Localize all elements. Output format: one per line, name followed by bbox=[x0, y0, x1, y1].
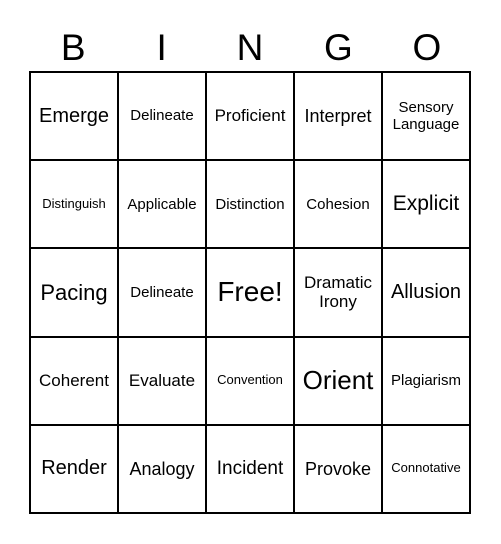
bingo-cell[interactable]: Explicit bbox=[381, 159, 469, 248]
cell-text: Convention bbox=[217, 372, 283, 388]
bingo-grid: Emerge Delineate Proficient Interpret Sensor… bbox=[29, 71, 471, 514]
bingo-cell[interactable]: Interpret bbox=[293, 71, 381, 160]
bingo-cell[interactable]: Incident bbox=[205, 423, 293, 512]
bingo-cell[interactable]: Convention bbox=[205, 335, 293, 424]
bingo-cell[interactable]: Applicable bbox=[117, 159, 205, 248]
bingo-cell[interactable]: Dramatic Irony bbox=[293, 247, 381, 336]
header-letter: G bbox=[324, 27, 353, 68]
cell-text: Render bbox=[41, 457, 107, 480]
bingo-cell[interactable]: Provoke bbox=[293, 423, 381, 512]
bingo-cell[interactable]: Proficient bbox=[205, 71, 293, 160]
cell-text: Free! bbox=[217, 276, 283, 308]
cell-text: Emerge bbox=[38, 104, 110, 127]
bingo-cell[interactable]: Distinguish bbox=[29, 159, 117, 248]
cell-text: Orient bbox=[302, 364, 374, 395]
bingo-cell[interactable]: Evaluate bbox=[117, 335, 205, 424]
cell-text: Provoke bbox=[304, 458, 372, 479]
cell-text: Incident bbox=[216, 457, 284, 479]
cell-text: Distinguish bbox=[42, 195, 106, 211]
cell-text: Allusion bbox=[390, 280, 462, 303]
bingo-cell[interactable]: Free! bbox=[205, 247, 293, 336]
cell-text: Cohesion bbox=[306, 195, 370, 213]
bingo-cell[interactable]: Sensory Language bbox=[381, 71, 469, 160]
header-letter: I bbox=[156, 27, 167, 68]
bingo-cell[interactable]: Pacing bbox=[29, 247, 117, 336]
cell-text: Applicable bbox=[127, 195, 197, 213]
bingo-cell[interactable]: Coherent bbox=[29, 335, 117, 424]
bingo-cell[interactable]: Delineate bbox=[117, 247, 205, 336]
bingo-cell[interactable]: Allusion bbox=[381, 247, 469, 336]
cell-text: Dramatic Irony bbox=[303, 272, 372, 312]
cell-text: Analogy bbox=[129, 458, 195, 479]
cell-text: Sensory Language bbox=[392, 98, 460, 134]
bingo-cell[interactable]: Render bbox=[29, 423, 117, 512]
cell-text: Delineate bbox=[130, 283, 194, 301]
cell-text: Pacing bbox=[40, 279, 108, 305]
cell-text: Evaluate bbox=[128, 370, 196, 390]
bingo-cell[interactable]: Distinction bbox=[205, 159, 293, 248]
cell-text: Distinction bbox=[215, 195, 285, 213]
header-letter: N bbox=[236, 27, 264, 68]
bingo-cell[interactable]: Delineate bbox=[117, 71, 205, 160]
bingo-cell[interactable]: Cohesion bbox=[293, 159, 381, 248]
bingo-cell[interactable]: Plagiarism bbox=[381, 335, 469, 424]
header-letter: O bbox=[412, 27, 442, 68]
bingo-cell[interactable]: Connotative bbox=[381, 423, 469, 512]
bingo-header: BINGO bbox=[29, 26, 471, 70]
cell-text: Proficient bbox=[214, 106, 286, 126]
cell-text: Coherent bbox=[39, 370, 109, 390]
header-letter: B bbox=[60, 27, 86, 68]
cell-text: Interpret bbox=[304, 105, 372, 126]
cell-text: Connotative bbox=[391, 460, 461, 476]
cell-text: Plagiarism bbox=[390, 372, 462, 390]
bingo-cell[interactable]: Orient bbox=[293, 335, 381, 424]
bingo-cell[interactable]: Emerge bbox=[29, 71, 117, 160]
cell-text: Delineate bbox=[130, 107, 194, 125]
cell-text: Explicit bbox=[392, 192, 460, 216]
bingo-cell[interactable]: Analogy bbox=[117, 423, 205, 512]
